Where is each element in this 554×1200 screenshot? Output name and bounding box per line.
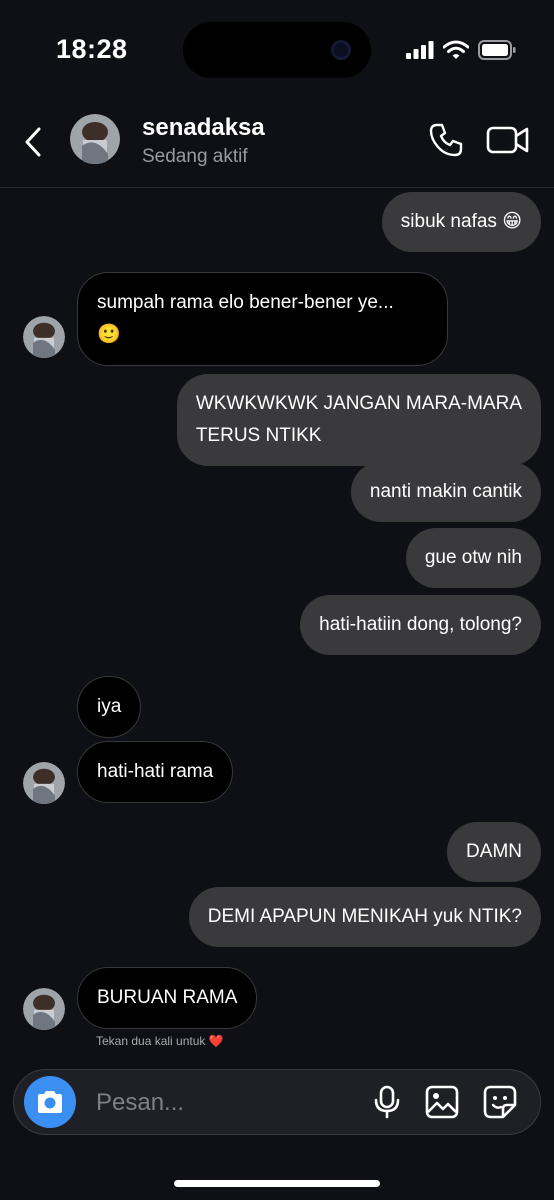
battery-icon xyxy=(478,40,516,60)
microphone-icon xyxy=(374,1085,400,1119)
chevron-left-icon xyxy=(25,127,41,157)
call-button[interactable] xyxy=(428,122,464,158)
double-tap-hint: Tekan dua kali untuk ❤️ xyxy=(96,1034,224,1048)
message-composer xyxy=(13,1069,541,1135)
message-bubble-sent[interactable]: WKWKWKWK JANGAN MARA-MARA TERUS NTIKK xyxy=(176,374,541,466)
dynamic-island xyxy=(183,22,371,78)
sender-avatar[interactable] xyxy=(23,762,65,804)
avatar-image xyxy=(23,762,65,804)
message-bubble-sent[interactable]: gue otw nih xyxy=(405,528,541,588)
contact-status: Sedang aktif xyxy=(142,146,248,167)
status-icons xyxy=(406,38,516,62)
gallery-icon xyxy=(425,1085,459,1119)
sender-avatar[interactable] xyxy=(23,988,65,1030)
status-bar: 18:28 xyxy=(0,0,554,100)
message-bubble-sent[interactable]: DAMN xyxy=(447,822,541,882)
message-input[interactable] xyxy=(96,1087,356,1119)
home-indicator[interactable] xyxy=(174,1180,380,1187)
status-time: 18:28 xyxy=(56,34,128,64)
phone-icon xyxy=(429,123,463,157)
message-bubble-received[interactable]: iya xyxy=(77,676,142,738)
gallery-button[interactable] xyxy=(424,1084,460,1120)
camera-button[interactable] xyxy=(24,1076,76,1128)
message-bubble-received[interactable]: sumpah rama elo bener-bener ye... 🙂 xyxy=(77,272,448,366)
message-bubble-sent[interactable]: nanti makin cantik xyxy=(350,462,541,522)
message-text-line: WKWKWKWK JANGAN MARA-MARA xyxy=(195,393,522,414)
front-camera xyxy=(331,40,351,60)
video-call-button[interactable] xyxy=(486,122,530,158)
avatar-image xyxy=(23,316,65,358)
camera-icon xyxy=(38,1091,62,1113)
avatar-image xyxy=(70,114,120,164)
message-text-line: sumpah rama elo bener-bener ye... xyxy=(97,292,394,313)
message-text-line: TERUS NTIKK xyxy=(195,425,322,446)
message-bubble-received[interactable]: BURUAN RAMA xyxy=(77,967,258,1029)
voice-message-button[interactable] xyxy=(369,1084,405,1120)
message-bubble-sent[interactable]: DEMI APAPUN MENIKAH yuk NTIK? xyxy=(188,887,541,947)
chat-header: senadaksa Sedang aktif xyxy=(0,100,554,188)
message-bubble-sent[interactable]: sibuk nafas 😁 xyxy=(381,192,541,252)
back-button[interactable] xyxy=(18,122,48,162)
video-camera-icon xyxy=(486,126,529,154)
sender-avatar[interactable] xyxy=(23,316,65,358)
contact-name[interactable]: senadaksa xyxy=(142,114,265,142)
message-text-line: 🙂 xyxy=(97,324,121,345)
contact-avatar[interactable] xyxy=(70,114,120,164)
avatar-image xyxy=(23,988,65,1030)
message-bubble-received[interactable]: hati-hati rama xyxy=(77,741,234,803)
sticker-icon xyxy=(483,1085,517,1119)
wifi-icon xyxy=(443,40,469,59)
sticker-button[interactable] xyxy=(482,1084,518,1120)
signal-icon xyxy=(406,41,434,59)
message-bubble-sent[interactable]: hati-hatiin dong, tolong? xyxy=(300,595,541,655)
